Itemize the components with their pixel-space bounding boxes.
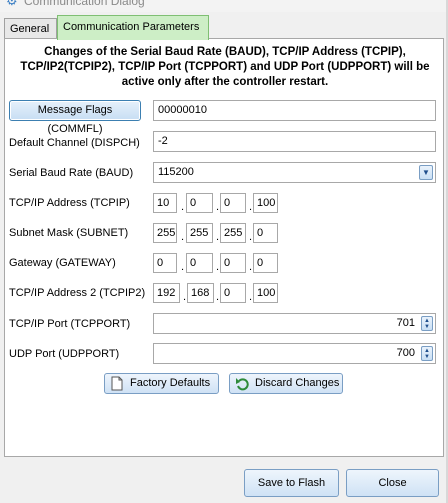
udp-port-spinner[interactable]: 700 ▲ ▼ [153, 343, 436, 364]
udp-port-value: 700 [396, 347, 415, 359]
tcpip2-octet-4[interactable]: 100 [253, 283, 278, 303]
window-title: Communication Dialog [24, 0, 145, 8]
gear-icon: ⚙ [6, 0, 18, 8]
subnet-octet-2[interactable]: 255 [186, 223, 213, 243]
discard-changes-button[interactable]: Discard Changes [229, 373, 343, 394]
tab-general[interactable]: General [4, 18, 57, 39]
tab-strip: General Communication Parameters [4, 13, 444, 40]
baud-rate-label: Serial Baud Rate (BAUD) [9, 167, 134, 179]
ip-dot: . [249, 231, 253, 243]
tcpip-label: TCP/IP Address (TCPIP) [9, 197, 130, 209]
spinner-arrows-icon[interactable]: ▲ ▼ [421, 346, 433, 361]
tab-communication-parameters[interactable]: Communication Parameters [57, 15, 209, 40]
gateway-octet-1[interactable]: 0 [153, 253, 177, 273]
subnet-octet-4[interactable]: 0 [253, 223, 278, 243]
ip-dot: . [249, 201, 253, 213]
tcpip2-octet-2[interactable]: 168 [187, 283, 214, 303]
gateway-octet-3[interactable]: 0 [220, 253, 246, 273]
default-channel-input[interactable]: -2 [153, 131, 436, 152]
ip-dot: . [216, 231, 220, 243]
message-flags-button[interactable]: Message Flags (COMMFL) [9, 100, 141, 135]
ip-dot: . [249, 261, 253, 273]
tab-panel: Changes of the Serial Baud Rate (BAUD), … [4, 38, 444, 457]
ip-dot: . [181, 231, 185, 243]
subnet-octet-3[interactable]: 255 [220, 223, 246, 243]
undo-icon [236, 378, 249, 391]
tcpip-octet-3[interactable]: 0 [220, 193, 246, 213]
subnet-octet-1[interactable]: 255 [153, 223, 177, 243]
tcp-port-label: TCP/IP Port (TCPPORT) [9, 318, 131, 330]
default-channel-label: Default Channel (DISPCH) [9, 137, 140, 149]
discard-changes-label: Discard Changes [255, 377, 340, 389]
ip-dot: . [249, 291, 253, 303]
gateway-octet-2[interactable]: 0 [186, 253, 213, 273]
tcpip-octet-2[interactable]: 0 [186, 193, 213, 213]
ip-dot: . [183, 291, 187, 303]
tcpip2-label: TCP/IP Address 2 (TCPIP2) [9, 287, 146, 299]
factory-defaults-button[interactable]: Factory Defaults [104, 373, 219, 394]
tcpip2-octet-1[interactable]: 192 [153, 283, 180, 303]
restart-notice: Changes of the Serial Baud Rate (BAUD), … [20, 46, 430, 88]
ip-dot: . [216, 261, 220, 273]
subnet-label: Subnet Mask (SUBNET) [9, 227, 129, 239]
gateway-octet-4[interactable]: 0 [253, 253, 278, 273]
tcp-port-value: 701 [396, 317, 415, 329]
udp-port-label: UDP Port (UDPPORT) [9, 348, 120, 360]
title-bar: ⚙ Communication Dialog [0, 0, 448, 12]
ip-dot: . [216, 291, 220, 303]
chevron-down-icon[interactable]: ▼ [419, 165, 433, 180]
close-button[interactable]: Close [346, 469, 439, 497]
baud-rate-select[interactable]: 115200 ▼ [153, 162, 436, 183]
factory-defaults-label: Factory Defaults [130, 377, 211, 389]
tcpip-octet-4[interactable]: 100 [253, 193, 278, 213]
ip-dot: . [216, 201, 220, 213]
spinner-arrows-icon[interactable]: ▲ ▼ [421, 316, 433, 331]
gateway-label: Gateway (GATEWAY) [9, 257, 116, 269]
ip-dot: . [181, 201, 185, 213]
tcpip2-octet-3[interactable]: 0 [220, 283, 246, 303]
ip-dot: . [181, 261, 185, 273]
dialog-footer: Save to Flash Close [0, 457, 448, 503]
tcpip-octet-1[interactable]: 10 [153, 193, 177, 213]
save-to-flash-button[interactable]: Save to Flash [244, 469, 339, 497]
tcp-port-spinner[interactable]: 701 ▲ ▼ [153, 313, 436, 334]
message-flags-input[interactable]: 00000010 [153, 100, 436, 121]
document-icon [111, 376, 123, 391]
baud-rate-value: 115200 [158, 166, 194, 178]
